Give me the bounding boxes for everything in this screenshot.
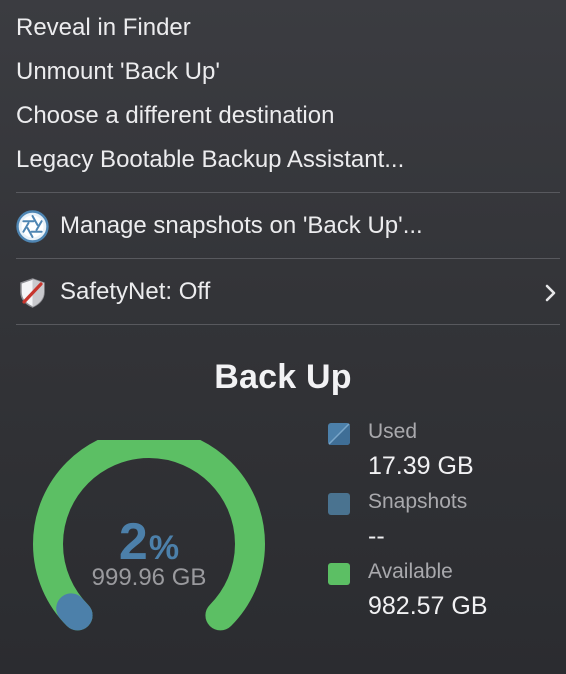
reveal-in-finder-menu-item[interactable]: Reveal in Finder	[0, 8, 566, 48]
unmount-menu-item[interactable]: Unmount 'Back Up'	[0, 52, 566, 92]
safetynet-menu-item[interactable]: SafetyNet: Off	[0, 272, 566, 312]
menu-divider	[16, 192, 560, 193]
available-value: 982.57 GB	[368, 592, 488, 620]
menu-divider	[16, 324, 560, 325]
used-swatch	[328, 423, 350, 445]
available-swatch	[328, 563, 350, 585]
available-label: Available	[368, 560, 453, 583]
manage-snapshots-label: Manage snapshots on 'Back Up'...	[60, 212, 423, 239]
snapshots-value: --	[368, 522, 385, 550]
used-value: 17.39 GB	[368, 452, 474, 480]
aperture-icon	[16, 209, 49, 243]
shield-off-icon	[16, 276, 49, 309]
volume-title: Back Up	[214, 358, 352, 396]
usage-percent: 2%	[30, 512, 268, 572]
unmount-label: Unmount 'Back Up'	[16, 58, 220, 85]
disk-usage-gauge: 2% 999.96 GB	[30, 440, 268, 640]
choose-destination-menu-item[interactable]: Choose a different destination	[0, 96, 566, 136]
menu-divider	[16, 258, 560, 259]
chevron-right-icon	[543, 282, 557, 302]
reveal-in-finder-label: Reveal in Finder	[16, 14, 191, 41]
choose-destination-label: Choose a different destination	[16, 102, 335, 129]
used-label: Used	[368, 420, 418, 443]
safetynet-label: SafetyNet: Off	[60, 278, 211, 305]
manage-snapshots-menu-item[interactable]: Manage snapshots on 'Back Up'...	[0, 206, 566, 246]
disk-capacity: 999.96 GB	[91, 564, 207, 591]
snapshots-label: Snapshots	[368, 490, 468, 513]
gauge-used-arc	[56, 593, 93, 631]
usage-percent-value: 2	[118, 513, 148, 571]
legacy-bootable-backup-label: Legacy Bootable Backup Assistant...	[16, 146, 405, 173]
snapshots-swatch	[328, 493, 350, 515]
legacy-bootable-backup-menu-item[interactable]: Legacy Bootable Backup Assistant...	[0, 140, 566, 180]
usage-percent-sign: %	[148, 529, 180, 567]
